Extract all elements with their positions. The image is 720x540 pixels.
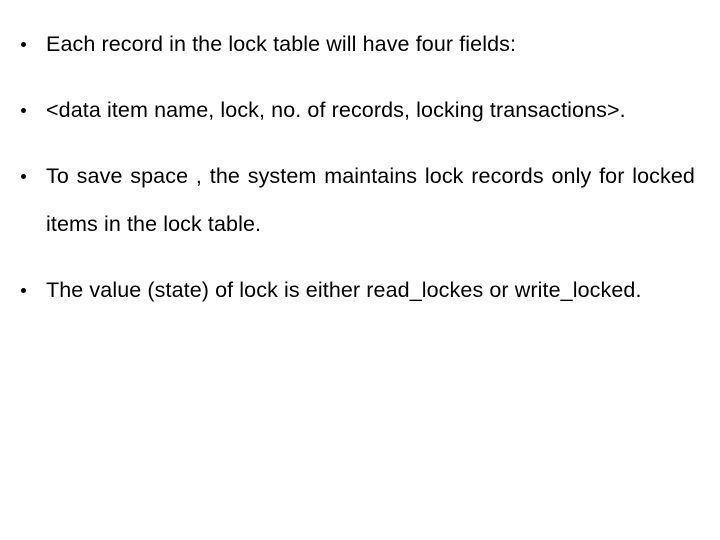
bullet-list: Each record in the lock table will have … (0, 20, 720, 332)
bullet-text: <data item name, lock, no. of records, l… (46, 98, 626, 122)
list-item-lock-record-fields: Each record in the lock table will have … (0, 20, 720, 68)
slide-canvas: Each record in the lock table will have … (0, 0, 720, 540)
list-item-space-saving: To save space , the system maintains loc… (0, 152, 720, 248)
bullet-text: The value (state) of lock is either read… (46, 278, 642, 302)
bullet-text: To save space , the system maintains loc… (46, 164, 695, 236)
list-item-lock-record-format: <data item name, lock, no. of records, l… (0, 86, 720, 134)
bullet-text: Each record in the lock table will have … (46, 32, 517, 56)
list-item-lock-states: The value (state) of lock is either read… (0, 266, 720, 314)
